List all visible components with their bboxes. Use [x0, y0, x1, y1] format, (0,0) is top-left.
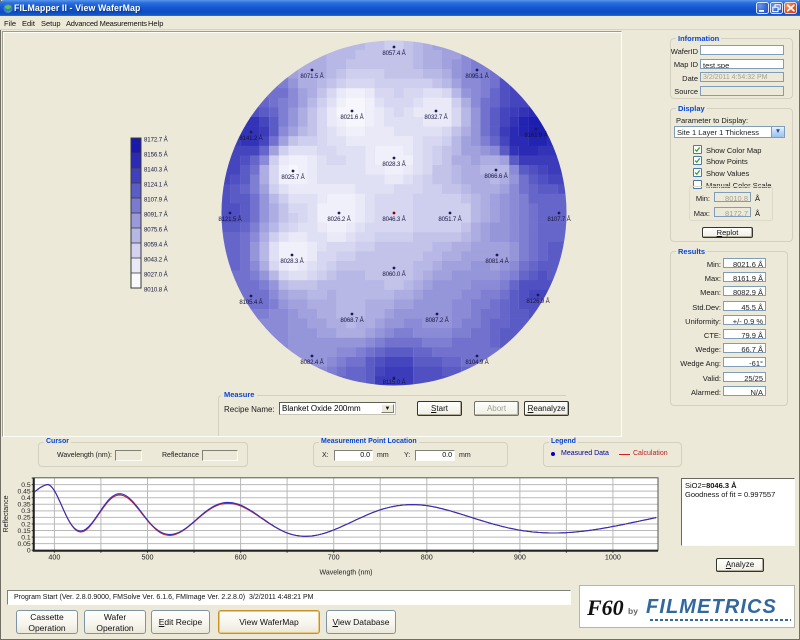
svg-text:600: 600: [235, 553, 247, 562]
svg-text:0.4: 0.4: [21, 495, 31, 502]
svg-text:8060.0 Å: 8060.0 Å: [382, 271, 406, 278]
svg-text:8107.9 Å: 8107.9 Å: [144, 197, 169, 204]
svg-text:8068.7 Å: 8068.7 Å: [340, 317, 364, 324]
svg-text:0.15: 0.15: [17, 528, 30, 535]
svg-text:8026.2 Å: 8026.2 Å: [327, 216, 351, 223]
svg-text:700: 700: [328, 553, 340, 562]
svg-text:0.3: 0.3: [21, 508, 31, 515]
svg-text:8081.4 Å: 8081.4 Å: [485, 258, 509, 265]
svg-text:400: 400: [48, 553, 60, 562]
svg-text:900: 900: [514, 553, 526, 562]
svg-text:8140.3 Å: 8140.3 Å: [144, 167, 169, 174]
svg-text:8095.1 Å: 8095.1 Å: [465, 73, 489, 80]
svg-text:8027.0 Å: 8027.0 Å: [144, 272, 169, 279]
svg-text:Wavelength (nm): Wavelength (nm): [319, 570, 372, 577]
svg-text:8124.1 Å: 8124.1 Å: [144, 182, 169, 189]
svg-text:8087.2 Å: 8087.2 Å: [425, 317, 449, 324]
svg-text:Reflectance: Reflectance: [3, 495, 10, 532]
svg-text:8051.7 Å: 8051.7 Å: [438, 216, 462, 223]
svg-text:8141.2 Å: 8141.2 Å: [239, 135, 263, 142]
svg-text:0.2: 0.2: [21, 521, 31, 528]
svg-text:8043.2 Å: 8043.2 Å: [144, 257, 169, 264]
svg-text:0: 0: [27, 548, 31, 555]
svg-text:0.05: 0.05: [17, 541, 30, 548]
svg-text:8121.5 Å: 8121.5 Å: [218, 216, 242, 223]
svg-text:8107.7 Å: 8107.7 Å: [547, 216, 571, 223]
svg-text:8172.7 Å: 8172.7 Å: [144, 137, 169, 144]
svg-text:8059.4 Å: 8059.4 Å: [144, 242, 169, 249]
svg-text:8046.3 Å: 8046.3 Å: [382, 216, 406, 223]
svg-text:0.45: 0.45: [17, 488, 30, 495]
svg-text:800: 800: [421, 553, 433, 562]
svg-text:8025.7 Å: 8025.7 Å: [281, 174, 305, 181]
svg-text:8115.0 Å: 8115.0 Å: [383, 379, 407, 386]
svg-text:1000: 1000: [605, 553, 621, 562]
svg-text:8161.9 Å: 8161.9 Å: [524, 132, 548, 139]
svg-text:0.5: 0.5: [21, 482, 31, 489]
svg-text:8071.5 Å: 8071.5 Å: [300, 73, 324, 80]
svg-text:0.1: 0.1: [21, 534, 31, 541]
svg-text:8091.7 Å: 8091.7 Å: [144, 212, 169, 219]
svg-text:8057.4 Å: 8057.4 Å: [382, 50, 406, 57]
svg-text:500: 500: [142, 553, 154, 562]
svg-text:8010.8 Å: 8010.8 Å: [144, 287, 169, 294]
svg-text:8028.3 Å: 8028.3 Å: [382, 161, 406, 168]
svg-text:8028.3 Å: 8028.3 Å: [280, 258, 304, 265]
svg-text:0.35: 0.35: [17, 502, 30, 509]
svg-text:0.25: 0.25: [17, 515, 30, 522]
svg-text:8156.5 Å: 8156.5 Å: [144, 152, 169, 159]
svg-text:8126.9 Å: 8126.9 Å: [526, 298, 550, 305]
svg-text:8082.4 Å: 8082.4 Å: [300, 359, 324, 366]
svg-text:8075.6 Å: 8075.6 Å: [144, 227, 169, 234]
svg-text:8104.9 Å: 8104.9 Å: [465, 359, 489, 366]
svg-text:8021.6 Å: 8021.6 Å: [340, 114, 364, 121]
svg-text:8066.6 Å: 8066.6 Å: [484, 173, 508, 180]
svg-text:8032.7 Å: 8032.7 Å: [424, 114, 448, 121]
svg-text:8105.4 Å: 8105.4 Å: [239, 299, 263, 306]
